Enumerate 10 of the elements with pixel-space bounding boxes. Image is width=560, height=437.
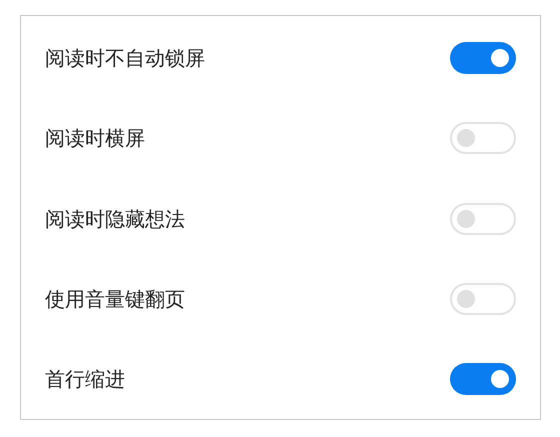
setting-label: 阅读时横屏 [45,125,145,152]
setting-label: 使用音量键翻页 [45,286,185,313]
toggle-switch[interactable] [450,362,516,395]
toggle-switch[interactable] [450,42,516,74]
toggle-switch[interactable] [450,122,516,154]
toggle-switch[interactable] [450,282,516,315]
setting-label: 阅读时隐藏想法 [45,206,185,232]
setting-label: 首行缩进 [45,366,125,393]
toggle-switch[interactable] [450,202,516,234]
setting-label: 阅读时不自动锁屏 [45,45,205,72]
